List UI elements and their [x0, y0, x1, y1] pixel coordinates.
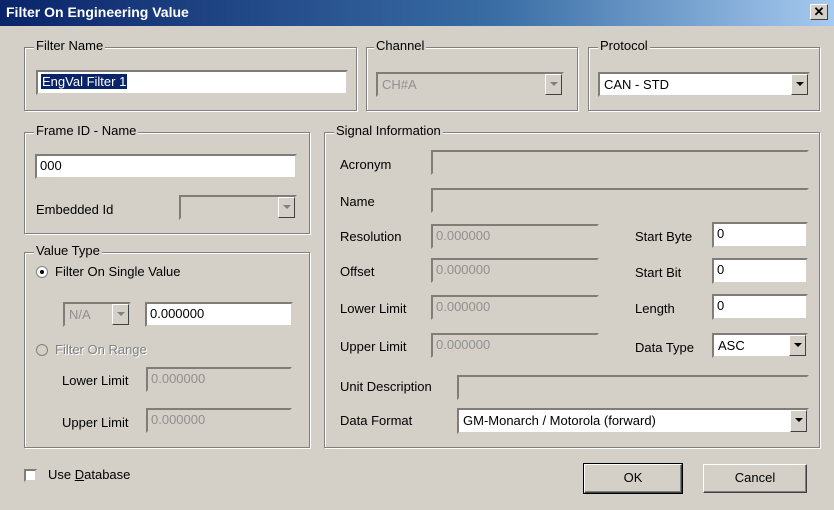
start-bit-label: Start Bit: [635, 265, 682, 280]
use-database-label: Use Database: [48, 467, 130, 482]
range-upper-label: Upper Limit: [62, 415, 129, 430]
chevron-down-icon: [796, 82, 804, 86]
filter-name-input[interactable]: EngVal Filter 1: [36, 70, 348, 95]
data-format-dropdown-button[interactable]: [790, 410, 807, 432]
start-byte-input[interactable]: 0: [712, 222, 808, 248]
chevron-down-icon: [795, 418, 803, 422]
signal-info-group: [324, 132, 820, 448]
chevron-down-icon: [283, 205, 291, 209]
unit-description-input[interactable]: [457, 375, 809, 400]
use-database-checkbox[interactable]: [24, 469, 37, 482]
ok-button[interactable]: OK: [583, 463, 683, 494]
chevron-down-icon: [550, 82, 558, 86]
window-title: Filter On Engineering Value: [6, 4, 189, 20]
name-label: Name: [340, 194, 375, 209]
signal-info-legend: Signal Information: [334, 123, 443, 138]
na-value: N/A: [69, 307, 91, 322]
protocol-dropdown-button[interactable]: [791, 74, 808, 95]
embedded-id-select[interactable]: [179, 195, 297, 220]
channel-dropdown-button[interactable]: [545, 74, 562, 95]
data-type-select[interactable]: ASC: [712, 333, 808, 358]
offset-label: Offset: [340, 264, 375, 279]
value-type-legend: Value Type: [34, 243, 102, 258]
length-input[interactable]: 0: [712, 294, 808, 320]
channel-select[interactable]: CH#A: [376, 72, 564, 97]
unit-description-label: Unit Description: [340, 379, 432, 394]
protocol-value: CAN - STD: [604, 77, 669, 92]
name-input[interactable]: [431, 188, 809, 213]
na-select[interactable]: N/A: [63, 302, 131, 327]
range-lower-input[interactable]: 0.000000: [146, 367, 292, 392]
start-bit-input[interactable]: 0: [712, 258, 808, 284]
cancel-button[interactable]: Cancel: [703, 464, 807, 493]
data-type-value: ASC: [718, 338, 745, 353]
signal-upper-input[interactable]: 0.000000: [431, 333, 599, 358]
signal-lower-label: Lower Limit: [340, 301, 407, 316]
use-database-mnemonic: D: [74, 467, 85, 482]
range-lower-label: Lower Limit: [62, 373, 129, 388]
close-button[interactable]: ✕: [810, 4, 828, 20]
start-byte-label: Start Byte: [635, 229, 693, 244]
signal-lower-input[interactable]: 0.000000: [431, 295, 599, 320]
range-radio[interactable]: [36, 344, 48, 356]
filter-name-legend: Filter Name: [34, 38, 106, 53]
radio-selected-dot: [40, 270, 44, 274]
data-format-label: Data Format: [340, 413, 413, 428]
offset-input[interactable]: 0.000000: [431, 258, 599, 283]
single-value-input[interactable]: 0.000000: [145, 302, 293, 327]
single-value-radio[interactable]: [36, 266, 48, 278]
frame-id-legend: Frame ID - Name: [34, 123, 139, 138]
use-database-label-pre: Use: [48, 467, 75, 482]
filter-name-value: EngVal Filter 1: [41, 74, 128, 89]
length-label: Length: [635, 301, 675, 316]
close-icon: ✕: [813, 4, 825, 19]
data-type-label: Data Type: [635, 340, 695, 355]
embedded-id-dropdown-button[interactable]: [278, 197, 295, 218]
use-database-label-post: atabase: [84, 467, 131, 482]
acronym-input[interactable]: [431, 150, 809, 175]
range-label: Filter On Range: [55, 342, 147, 357]
chevron-down-icon: [117, 312, 125, 316]
protocol-select[interactable]: CAN - STD: [598, 72, 810, 97]
single-value-label: Filter On Single Value: [55, 264, 181, 279]
embedded-id-label: Embedded Id: [36, 202, 114, 217]
na-dropdown-button[interactable]: [112, 304, 129, 325]
protocol-legend: Protocol: [598, 38, 650, 53]
chevron-down-icon: [794, 343, 802, 347]
data-type-dropdown-button[interactable]: [789, 335, 806, 356]
range-upper-input[interactable]: 0.000000: [146, 408, 292, 433]
frame-id-input[interactable]: 000: [35, 154, 297, 179]
acronym-label: Acronym: [340, 157, 392, 172]
data-format-value: GM-Monarch / Motorola (forward): [463, 413, 656, 428]
data-format-select[interactable]: GM-Monarch / Motorola (forward): [457, 408, 809, 434]
resolution-input[interactable]: 0.000000: [431, 224, 599, 249]
resolution-label: Resolution: [340, 229, 402, 244]
channel-value: CH#A: [382, 77, 417, 92]
signal-upper-label: Upper Limit: [340, 339, 407, 354]
channel-legend: Channel: [374, 38, 427, 53]
title-bar: Filter On Engineering Value ✕: [0, 0, 834, 26]
